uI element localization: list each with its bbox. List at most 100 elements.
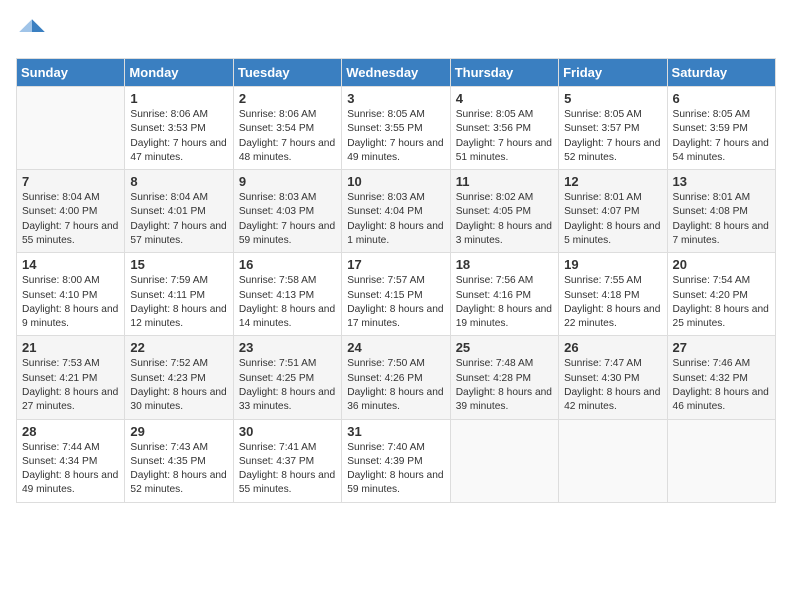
day-info: Sunrise: 7:46 AMSunset: 4:32 PMDaylight:… — [673, 357, 770, 414]
weekday-header-tuesday: Tuesday — [233, 59, 341, 87]
calendar-week-row: 1 Sunrise: 8:06 AMSunset: 3:53 PMDaylight… — [17, 87, 776, 170]
day-info: Sunrise: 7:52 AMSunset: 4:23 PMDaylight:… — [130, 357, 227, 414]
calendar-day-cell — [17, 87, 125, 170]
calendar-week-row: 28 Sunrise: 7:44 AMSunset: 4:34 PMDayligh… — [17, 419, 776, 502]
weekday-header-thursday: Thursday — [450, 59, 558, 87]
day-number: 4 — [456, 91, 553, 106]
day-info: Sunrise: 8:05 AMSunset: 3:56 PMDaylight:… — [456, 108, 553, 165]
day-number: 8 — [130, 174, 227, 189]
day-number: 25 — [456, 340, 553, 355]
day-number: 14 — [22, 257, 119, 272]
day-info: Sunrise: 8:01 AMSunset: 4:08 PMDaylight:… — [673, 191, 770, 248]
calendar-day-cell: 19 Sunrise: 7:55 AMSunset: 4:18 PMDayligh… — [559, 253, 667, 336]
day-number: 13 — [673, 174, 770, 189]
calendar-day-cell — [667, 419, 775, 502]
day-number: 21 — [22, 340, 119, 355]
calendar-week-row: 21Sunrise: 7:53 AMSunset: 4:21 PMDayligh… — [17, 336, 776, 419]
day-info: Sunrise: 7:56 AMSunset: 4:16 PMDaylight:… — [456, 274, 553, 331]
day-info: Sunrise: 8:04 AMSunset: 4:00 PMDaylight:… — [22, 191, 119, 248]
weekday-header-sunday: Sunday — [17, 59, 125, 87]
day-number: 6 — [673, 91, 770, 106]
calendar-day-cell: 26 Sunrise: 7:47 AMSunset: 4:30 PMDayligh… — [559, 336, 667, 419]
calendar-day-cell: 21Sunrise: 7:53 AMSunset: 4:21 PMDayligh… — [17, 336, 125, 419]
calendar-day-cell: 28 Sunrise: 7:44 AMSunset: 4:34 PMDayligh… — [17, 419, 125, 502]
day-info: Sunrise: 8:06 AMSunset: 3:53 PMDaylight:… — [130, 108, 227, 165]
day-number: 24 — [347, 340, 444, 355]
day-info: Sunrise: 7:58 AMSunset: 4:13 PMDaylight:… — [239, 274, 336, 331]
day-number: 19 — [564, 257, 661, 272]
calendar-day-cell: 23 Sunrise: 7:51 AMSunset: 4:25 PMDayligh… — [233, 336, 341, 419]
calendar-day-cell: 13 Sunrise: 8:01 AMSunset: 4:08 PMDayligh… — [667, 170, 775, 253]
calendar-day-cell: 10 Sunrise: 8:03 AMSunset: 4:04 PMDayligh… — [342, 170, 450, 253]
logo-icon — [16, 16, 48, 48]
calendar-day-cell: 1 Sunrise: 8:06 AMSunset: 3:53 PMDaylight… — [125, 87, 233, 170]
calendar-table: SundayMondayTuesdayWednesdayThursdayFrid… — [16, 58, 776, 503]
calendar-day-cell: 24 Sunrise: 7:50 AMSunset: 4:26 PMDayligh… — [342, 336, 450, 419]
day-number: 10 — [347, 174, 444, 189]
weekday-header-saturday: Saturday — [667, 59, 775, 87]
day-number: 30 — [239, 424, 336, 439]
calendar-day-cell: 3Sunrise: 8:05 AMSunset: 3:55 PMDaylight… — [342, 87, 450, 170]
day-number: 1 — [130, 91, 227, 106]
calendar-day-cell: 7 Sunrise: 8:04 AMSunset: 4:00 PMDaylight… — [17, 170, 125, 253]
day-number: 20 — [673, 257, 770, 272]
day-info: Sunrise: 8:06 AMSunset: 3:54 PMDaylight:… — [239, 108, 336, 165]
weekday-header-wednesday: Wednesday — [342, 59, 450, 87]
day-info: Sunrise: 8:01 AMSunset: 4:07 PMDaylight:… — [564, 191, 661, 248]
day-number: 2 — [239, 91, 336, 106]
day-info: Sunrise: 8:03 AMSunset: 4:03 PMDaylight:… — [239, 191, 336, 248]
day-number: 31 — [347, 424, 444, 439]
day-info: Sunrise: 7:55 AMSunset: 4:18 PMDaylight:… — [564, 274, 661, 331]
day-number: 23 — [239, 340, 336, 355]
day-info: Sunrise: 7:59 AMSunset: 4:11 PMDaylight:… — [130, 274, 227, 331]
day-number: 11 — [456, 174, 553, 189]
day-info: Sunrise: 7:41 AMSunset: 4:37 PMDaylight:… — [239, 441, 336, 498]
calendar-day-cell: 31Sunrise: 7:40 AMSunset: 4:39 PMDayligh… — [342, 419, 450, 502]
calendar-day-cell: 9 Sunrise: 8:03 AMSunset: 4:03 PMDaylight… — [233, 170, 341, 253]
day-number: 12 — [564, 174, 661, 189]
calendar-day-cell: 20 Sunrise: 7:54 AMSunset: 4:20 PMDayligh… — [667, 253, 775, 336]
day-number: 15 — [130, 257, 227, 272]
day-info: Sunrise: 8:05 AMSunset: 3:59 PMDaylight:… — [673, 108, 770, 165]
day-info: Sunrise: 7:57 AMSunset: 4:15 PMDaylight:… — [347, 274, 444, 331]
day-number: 27 — [673, 340, 770, 355]
calendar-day-cell: 30 Sunrise: 7:41 AMSunset: 4:37 PMDayligh… — [233, 419, 341, 502]
calendar-day-cell: 27 Sunrise: 7:46 AMSunset: 4:32 PMDayligh… — [667, 336, 775, 419]
calendar-day-cell: 11 Sunrise: 8:02 AMSunset: 4:05 PMDayligh… — [450, 170, 558, 253]
day-number: 18 — [456, 257, 553, 272]
day-info: Sunrise: 8:05 AMSunset: 3:57 PMDaylight:… — [564, 108, 661, 165]
day-number: 17 — [347, 257, 444, 272]
day-info: Sunrise: 7:44 AMSunset: 4:34 PMDaylight:… — [22, 441, 119, 498]
weekday-header-monday: Monday — [125, 59, 233, 87]
calendar-day-cell: 22Sunrise: 7:52 AMSunset: 4:23 PMDayligh… — [125, 336, 233, 419]
day-info: Sunrise: 7:48 AMSunset: 4:28 PMDaylight:… — [456, 357, 553, 414]
calendar-day-cell: 17 Sunrise: 7:57 AMSunset: 4:15 PMDayligh… — [342, 253, 450, 336]
day-info: Sunrise: 8:00 AMSunset: 4:10 PMDaylight:… — [22, 274, 119, 331]
day-number: 29 — [130, 424, 227, 439]
day-number: 26 — [564, 340, 661, 355]
weekday-header-friday: Friday — [559, 59, 667, 87]
calendar-day-cell: 5 Sunrise: 8:05 AMSunset: 3:57 PMDaylight… — [559, 87, 667, 170]
day-number: 9 — [239, 174, 336, 189]
calendar-day-cell: 16 Sunrise: 7:58 AMSunset: 4:13 PMDayligh… — [233, 253, 341, 336]
page-header — [16, 16, 776, 48]
day-info: Sunrise: 7:51 AMSunset: 4:25 PMDaylight:… — [239, 357, 336, 414]
day-info: Sunrise: 7:50 AMSunset: 4:26 PMDaylight:… — [347, 357, 444, 414]
day-info: Sunrise: 8:02 AMSunset: 4:05 PMDaylight:… — [456, 191, 553, 248]
day-info: Sunrise: 7:47 AMSunset: 4:30 PMDaylight:… — [564, 357, 661, 414]
day-number: 5 — [564, 91, 661, 106]
calendar-day-cell: 2 Sunrise: 8:06 AMSunset: 3:54 PMDaylight… — [233, 87, 341, 170]
day-number: 28 — [22, 424, 119, 439]
day-info: Sunrise: 8:05 AMSunset: 3:55 PMDaylight:… — [347, 108, 444, 165]
calendar-day-cell: 18 Sunrise: 7:56 AMSunset: 4:16 PMDayligh… — [450, 253, 558, 336]
calendar-day-cell: 8 Sunrise: 8:04 AMSunset: 4:01 PMDaylight… — [125, 170, 233, 253]
day-info: Sunrise: 8:03 AMSunset: 4:04 PMDaylight:… — [347, 191, 444, 248]
calendar-week-row: 7 Sunrise: 8:04 AMSunset: 4:00 PMDaylight… — [17, 170, 776, 253]
logo — [16, 16, 52, 48]
calendar-day-cell: 4 Sunrise: 8:05 AMSunset: 3:56 PMDaylight… — [450, 87, 558, 170]
day-info: Sunrise: 7:54 AMSunset: 4:20 PMDaylight:… — [673, 274, 770, 331]
day-number: 16 — [239, 257, 336, 272]
day-info: Sunrise: 8:04 AMSunset: 4:01 PMDaylight:… — [130, 191, 227, 248]
day-info: Sunrise: 7:43 AMSunset: 4:35 PMDaylight:… — [130, 441, 227, 498]
day-number: 7 — [22, 174, 119, 189]
